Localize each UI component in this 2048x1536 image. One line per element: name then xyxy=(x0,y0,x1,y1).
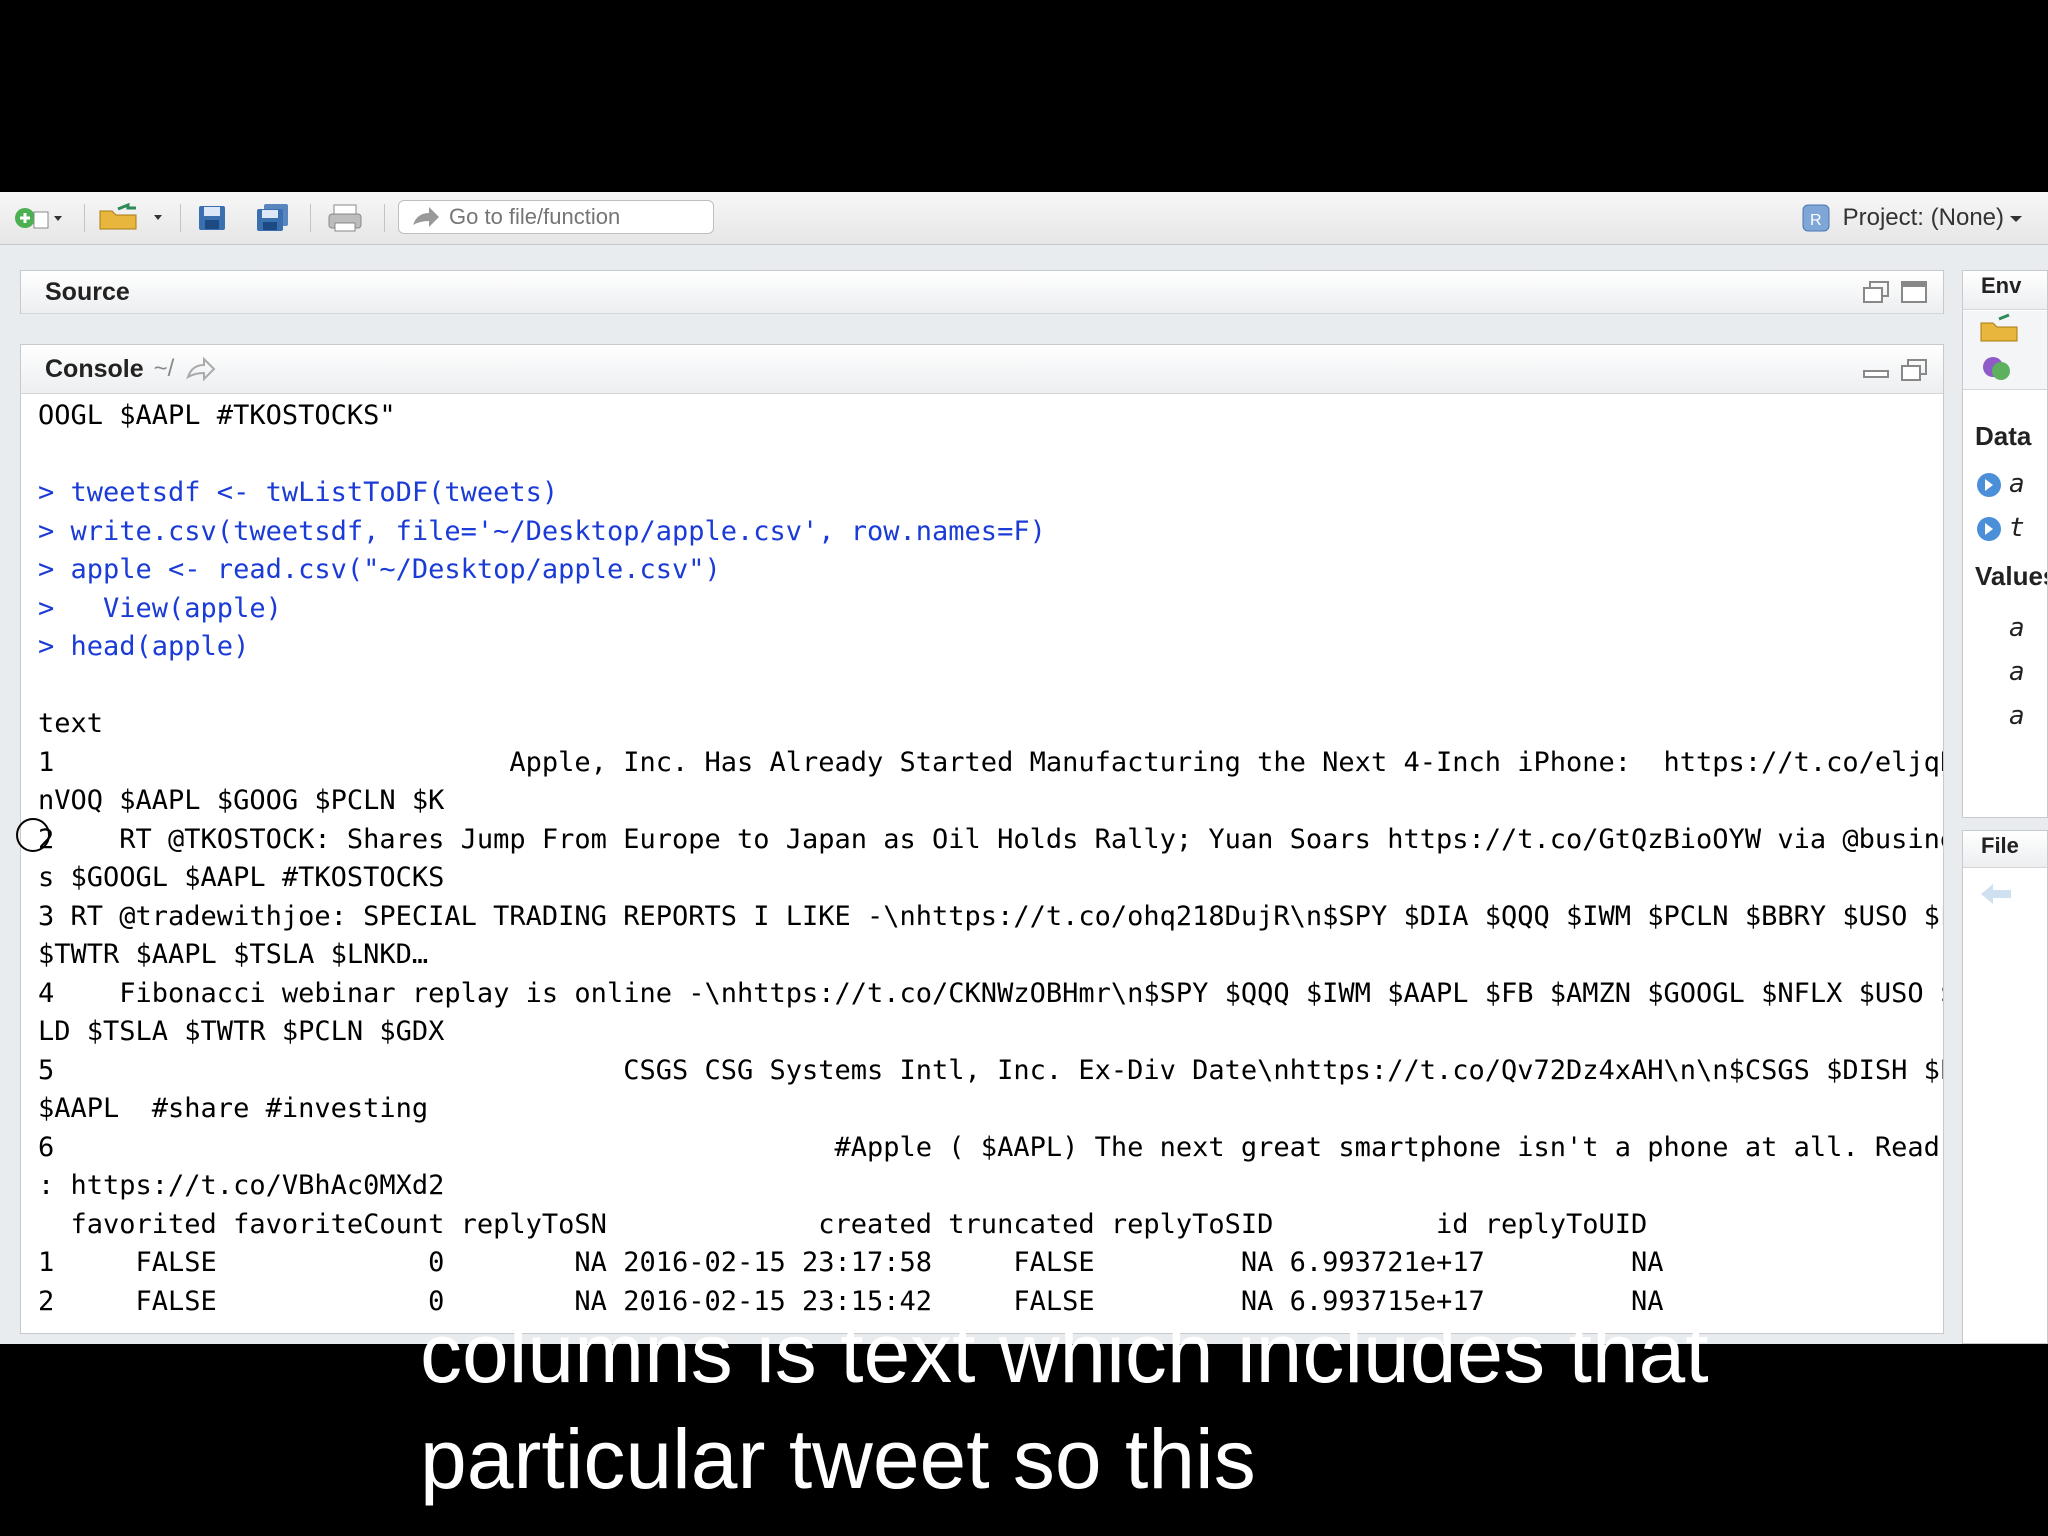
console-pane-header: Console ~/ xyxy=(21,345,1943,394)
value-item-name[interactable]: a xyxy=(2009,657,2025,687)
console-output[interactable]: OOGL $AAPL #TKOSTOCKS" > tweetsdf <- twLi… xyxy=(21,393,1943,1333)
console-line: 2 RT @TKOSTOCK: Shares Jump From Europe … xyxy=(38,823,1943,855)
console-line: 6 #Apple ( $AAPL) The next great smartph… xyxy=(38,1131,1943,1163)
import-dataset-icon[interactable] xyxy=(1977,351,2037,385)
project-label: Project: (None) xyxy=(1842,204,2004,231)
console-line: favorited favoriteCount replyToSN create… xyxy=(38,1208,1648,1240)
minimize-icon[interactable] xyxy=(1861,357,1891,383)
console-line: 1 Apple, Inc. Has Already Started Manufa… xyxy=(38,746,1943,778)
print-button[interactable] xyxy=(326,204,366,232)
source-pane-header: Source xyxy=(21,271,1943,314)
source-pane: Source xyxy=(20,270,1944,314)
new-file-icon xyxy=(15,208,62,229)
console-line: 5 CSGS CSG Systems Intl, Inc. Ex-Div Dat… xyxy=(38,1054,1943,1086)
save-button[interactable] xyxy=(196,204,230,232)
restore-icon[interactable] xyxy=(1861,279,1891,305)
maximize-icon[interactable] xyxy=(1899,279,1929,305)
new-file-button[interactable] xyxy=(12,204,64,232)
data-item-name: a xyxy=(2009,469,2025,499)
back-arrow-icon[interactable] xyxy=(1977,879,2017,909)
open-file-button[interactable] xyxy=(96,203,168,232)
console-line: 1 FALSE 0 NA 2016-02-15 23:17:58 FALSE N… xyxy=(38,1247,1664,1278)
value-item-name[interactable]: a xyxy=(2009,613,2025,643)
goto-file-function-input-wrapper[interactable] xyxy=(398,200,714,234)
caption-line-2: particular tweet so this xyxy=(420,1412,1256,1506)
save-all-button[interactable] xyxy=(254,204,294,232)
data-section-header: Data xyxy=(1975,421,2032,451)
save-all-icon xyxy=(257,204,288,231)
files-tab[interactable]: File xyxy=(1981,833,2019,859)
project-menu[interactable]: R Project: (None) xyxy=(1799,202,2028,234)
video-caption: columns is text which includes that part… xyxy=(420,1300,2020,1512)
console-tab[interactable]: Console xyxy=(45,355,144,384)
load-workspace-icon[interactable] xyxy=(1977,313,2037,347)
caption-line-1: columns is text which includes that xyxy=(420,1306,1709,1400)
data-item[interactable]: a xyxy=(1975,469,2025,504)
folder-open-icon xyxy=(99,203,162,230)
console-line: > tweetsdf <- twListToDF(tweets) xyxy=(38,477,559,508)
console-path: ~/ xyxy=(153,355,175,382)
console-line: OOGL $AAPL #TKOSTOCKS" xyxy=(38,400,396,431)
console-line: text xyxy=(38,708,104,739)
svg-text:R: R xyxy=(1810,212,1822,229)
data-item-name: t xyxy=(2009,513,2025,543)
console-line: > View(apple) xyxy=(38,592,282,624)
restore-icon[interactable] xyxy=(1899,357,1929,383)
source-pane-title: Source xyxy=(45,277,130,306)
console-pane: Console ~/ OOGL $AAPL #TKOSTOCKS" > tweet… xyxy=(20,344,1944,1334)
rstudio-window: R Project: (None) Source Console ~/ OOGL… xyxy=(0,192,2048,1344)
expand-data-icon[interactable] xyxy=(1975,471,2003,499)
chevron-down-icon xyxy=(2010,216,2022,222)
environment-tab[interactable]: Env xyxy=(1981,273,2021,299)
files-pane: File xyxy=(1962,830,2048,1344)
expand-data-icon[interactable] xyxy=(1975,515,2003,543)
console-line: 3 RT @tradewithjoe: SPECIAL TRADING REPO… xyxy=(38,900,1943,932)
console-line: > apple <- read.csv("~/Desktop/apple.csv… xyxy=(38,554,721,585)
console-line: $TWTR $AAPL $TSLA $LNKD… xyxy=(38,939,429,970)
console-line: $AAPL #share #investing xyxy=(38,1093,429,1124)
save-icon xyxy=(199,206,225,230)
main-toolbar: R Project: (None) xyxy=(0,192,2048,245)
console-line: 4 Fibonacci webinar replay is online -\n… xyxy=(38,977,1943,1009)
console-line: > write.csv(tweetsdf, file='~/Desktop/ap… xyxy=(38,515,1046,547)
environment-pane: Env Data a t Values a a a xyxy=(1962,270,2048,818)
console-line: LD $TSLA $TWTR $PCLN $GDX xyxy=(38,1016,445,1047)
mouse-cursor xyxy=(16,818,50,852)
goto-directory-icon[interactable] xyxy=(184,355,218,383)
console-line: s $GOOGL $AAPL #TKOSTOCKS xyxy=(38,862,445,893)
project-icon: R xyxy=(1802,204,1830,232)
environment-files-panes: Env Data a t Values a a a File xyxy=(1962,270,2048,1344)
goto-file-function-input[interactable] xyxy=(443,203,701,231)
console-line: : https://t.co/VBhAc0MXd2 xyxy=(38,1170,445,1201)
console-line: > head(apple) xyxy=(38,631,250,662)
data-item[interactable]: t xyxy=(1975,513,2025,548)
goto-arrow-icon xyxy=(413,207,439,227)
values-section-header: Values xyxy=(1975,561,2047,591)
console-line: nVOQ $AAPL $GOOG $PCLN $K xyxy=(38,785,445,816)
print-icon xyxy=(328,204,362,232)
value-item-name[interactable]: a xyxy=(2009,701,2025,731)
